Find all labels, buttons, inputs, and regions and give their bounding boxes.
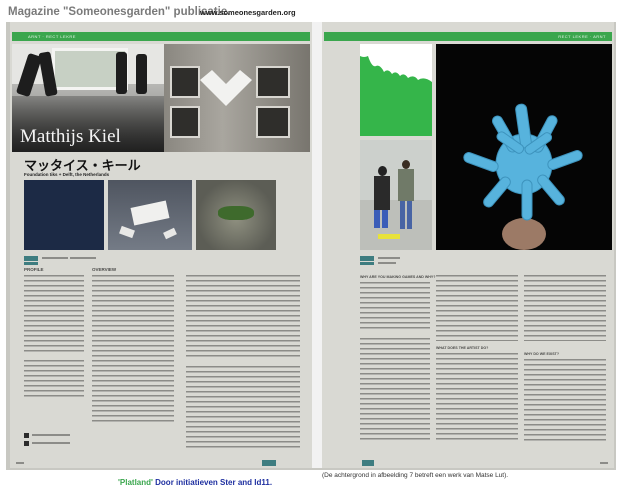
building-photo [164, 44, 310, 152]
mail-icon [24, 441, 29, 446]
legend-swatch [24, 262, 38, 265]
body-text-block [186, 366, 300, 448]
right-text-block [436, 275, 518, 341]
page-number [16, 462, 24, 464]
text-line [378, 262, 396, 264]
artist-name: Matthijs Kiel [20, 126, 121, 147]
right-col2-heading: WHAT DOES THE ARTIST DO? [436, 346, 489, 350]
text-line [70, 257, 96, 259]
contact-line[interactable] [32, 442, 70, 444]
thumbnail-blue-photo [24, 180, 104, 250]
profile-text-block [24, 360, 84, 400]
right-text-block [524, 359, 606, 443]
right-header-text: RECT LEKRE · ARNT [558, 34, 606, 39]
right-col1-heading: WHY ARE YOU MAKING GAMES AND WHY? [360, 275, 436, 279]
right-header-bar: RECT LEKRE · ARNT [324, 32, 612, 41]
profile-heading: PROFILE [24, 267, 44, 272]
image-caption: (De achtergrond in afbeelding 7 betreft … [322, 472, 509, 479]
people-photo [360, 140, 432, 250]
right-text-block [524, 275, 606, 341]
profile-text-block [24, 275, 84, 355]
thumbnail-moss-photo [196, 180, 276, 250]
page-marker [362, 460, 374, 466]
right-text-block [360, 338, 430, 442]
legend-swatch [360, 256, 374, 261]
chevron-sculpture-icon [200, 70, 252, 106]
green-field-photo [360, 44, 432, 136]
right-text-block [360, 282, 430, 330]
right-text-block [436, 353, 518, 443]
legend-swatch [24, 256, 38, 261]
thumbnail-paper-photo [108, 180, 192, 250]
right-col3-heading: WHY DO WE EXIST? [524, 352, 560, 356]
body-text-block [186, 275, 300, 359]
page-number [600, 462, 608, 464]
sculpture-photo [436, 44, 612, 250]
footer-note-highlight: 'Platland' [118, 478, 153, 487]
blue-glove-sculpture-icon [463, 103, 583, 250]
footer-note-text: Door initiatieven Ster and Id11. [152, 478, 273, 487]
artist-subtitle: Foundation tiks + Delft, the Netherlands [24, 172, 110, 177]
magazine-url[interactable]: www.someonesgarden.org [200, 8, 296, 17]
text-line [378, 257, 400, 259]
left-header-text: ARNT · RECT LEKRE [28, 34, 76, 39]
text-line [42, 257, 68, 259]
overview-heading: OVERVIEW [92, 267, 117, 272]
legend-swatch [360, 262, 374, 265]
left-header-bar: ARNT · RECT LEKRE [12, 32, 310, 41]
web-icon [24, 433, 29, 438]
contact-line[interactable] [32, 434, 70, 436]
footer-note: 'Platland' Door initiatieven Ster and Id… [118, 478, 272, 487]
page-gutter [312, 22, 322, 468]
overview-text-block [92, 275, 174, 425]
green-wave-shape [360, 56, 432, 136]
page-marker [262, 460, 276, 466]
magazine-title: Magazine "Someonesgarden" publicatie. [8, 6, 231, 18]
